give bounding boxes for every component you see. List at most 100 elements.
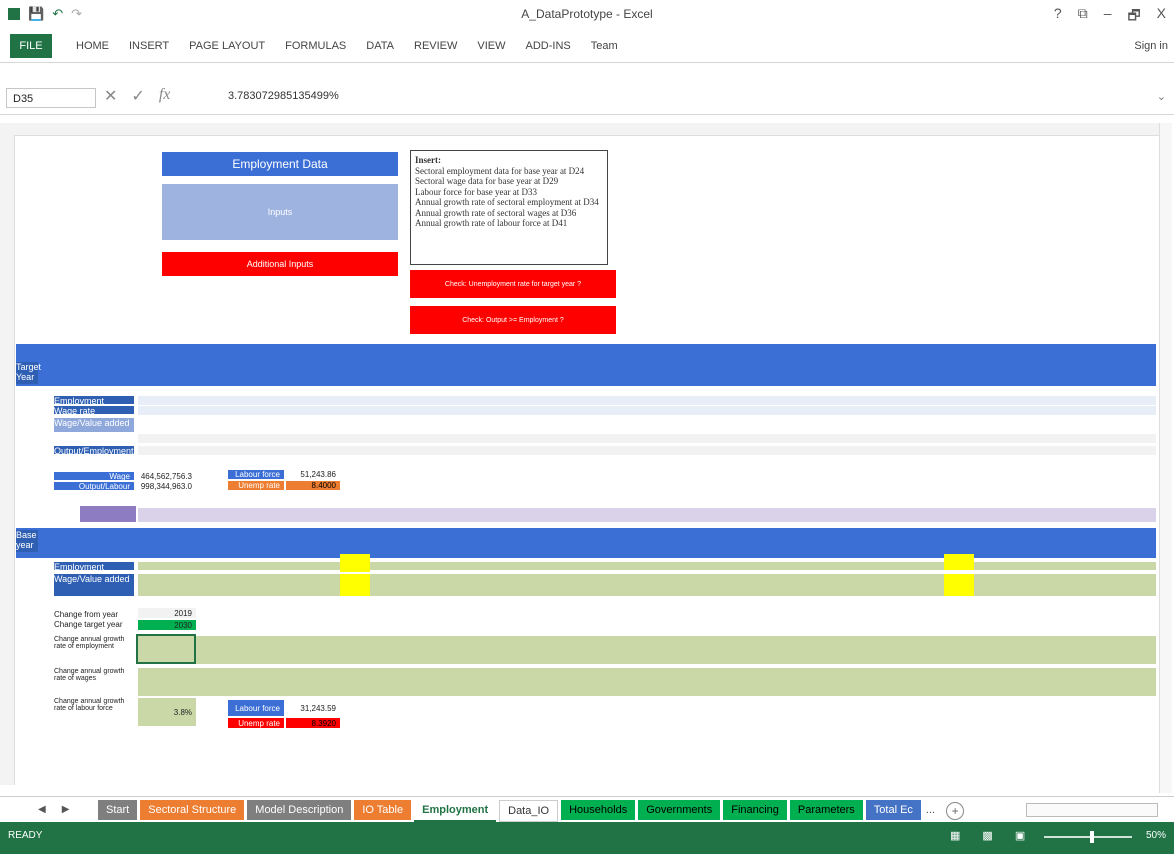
growth-employment-row[interactable] xyxy=(138,636,1156,664)
base-wage-data-row[interactable] xyxy=(138,574,1156,596)
tab-page-layout[interactable]: PAGE LAYOUT xyxy=(189,40,265,52)
insert-line: Annual growth rate of sectoral employmen… xyxy=(415,197,599,207)
sign-in-link[interactable]: Sign in xyxy=(1134,40,1168,52)
enter-icon[interactable]: ✓ xyxy=(131,86,144,106)
sheet-tab-model-description[interactable]: Model Description xyxy=(247,800,352,820)
insert-line: Annual growth rate of sectoral wages at … xyxy=(415,207,577,218)
ribbon-display-icon[interactable]: ⧉ xyxy=(1078,5,1088,29)
insert-line: Sectoral wage data for base year at D29 xyxy=(415,176,559,186)
tab-formulas[interactable]: FORMULAS xyxy=(285,40,346,52)
target-year-header[interactable] xyxy=(16,344,1156,386)
highlight-cell[interactable] xyxy=(340,554,370,572)
column-headers[interactable] xyxy=(0,123,1160,136)
sheet-tab-io-table[interactable]: IO Table xyxy=(354,800,412,820)
zoom-slider-knob[interactable] xyxy=(1090,831,1094,843)
sheet-tab-start[interactable]: Start xyxy=(98,800,138,820)
prev-sheet-icon[interactable]: ◀ xyxy=(38,804,46,815)
insert-title: Insert: xyxy=(415,155,441,165)
employment-data-row[interactable] xyxy=(138,396,1156,405)
cancel-icon[interactable]: ✕ xyxy=(104,86,117,106)
highlight-cell[interactable] xyxy=(340,574,370,596)
growth-wages-label: Change annual growth rate of wages xyxy=(54,668,125,682)
tab-data[interactable]: DATA xyxy=(366,40,394,52)
insert-function-icon[interactable]: fx xyxy=(159,86,171,106)
next-sheet-icon[interactable]: ▶ xyxy=(62,804,70,815)
more-sheets-button[interactable]: ... xyxy=(924,800,937,820)
sheet-tab-total-ec[interactable]: Total Ec xyxy=(865,800,921,820)
tab-insert[interactable]: INSERT xyxy=(129,40,169,52)
expand-formula-icon[interactable]: ⌄ xyxy=(1157,90,1166,103)
status-bar: READY ▦ ▩ ▣ 50% xyxy=(0,822,1174,854)
labour-force-value[interactable]: 51,243.86 xyxy=(286,470,340,479)
sheet-tab-employment[interactable]: Employment xyxy=(414,800,497,822)
wage-rate-data-row[interactable] xyxy=(138,406,1156,415)
sheet-tab-data-io[interactable]: Data_IO xyxy=(499,800,559,822)
sheet-tab-households[interactable]: Households xyxy=(561,800,636,820)
employment-title-box[interactable]: Employment Data xyxy=(162,152,398,176)
vertical-scrollbar[interactable] xyxy=(1159,123,1172,793)
inputs-box[interactable]: Inputs xyxy=(162,184,398,240)
base-year-header[interactable] xyxy=(16,528,1156,558)
highlight-cell[interactable] xyxy=(944,574,974,596)
file-tab[interactable]: FILE xyxy=(10,34,52,58)
tab-add-ins[interactable]: ADD-INS xyxy=(526,40,571,52)
window-controls: ? ⧉ – 🗗 X xyxy=(1054,5,1166,29)
growth-labour-value[interactable]: 3.8% xyxy=(138,698,196,726)
view-buttons: ▦ ▩ ▣ xyxy=(950,829,1025,842)
formula-input[interactable]: 3.783072985135499% xyxy=(228,90,339,102)
output-employment-data-row[interactable] xyxy=(138,446,1156,455)
lower-unemp-rate-value[interactable]: 8.3920 xyxy=(286,718,340,728)
target-year-value[interactable]: 2030 xyxy=(138,620,196,630)
unemp-rate-label: Unemp rate xyxy=(228,481,284,490)
zoom-slider[interactable] xyxy=(1044,836,1132,838)
base-employment-data-row[interactable] xyxy=(138,562,1156,570)
growth-wages-row[interactable] xyxy=(138,668,1156,696)
insert-instructions: Insert: Sectoral employment data for bas… xyxy=(410,150,608,265)
active-cell[interactable] xyxy=(136,634,196,664)
sheet-tab-parameters[interactable]: Parameters xyxy=(789,800,863,820)
help-icon[interactable]: ? xyxy=(1054,5,1062,29)
status-ready: READY xyxy=(8,830,43,841)
highlight-cell[interactable] xyxy=(944,554,974,570)
normal-view-icon[interactable]: ▦ xyxy=(950,829,960,842)
additional-inputs-box[interactable]: Additional Inputs xyxy=(162,252,398,276)
check-output-label: Check: Output >= Employment ? xyxy=(462,316,564,324)
insert-line: Labour force for base year at D33 xyxy=(415,186,537,197)
output-labour-value[interactable]: 998,344,963.0 xyxy=(138,482,196,491)
zoom-level[interactable]: 50% xyxy=(1146,830,1166,841)
wage-rate-row-label: Wage rate xyxy=(54,406,134,416)
tab-team[interactable]: Team xyxy=(591,40,618,52)
tab-view[interactable]: VIEW xyxy=(477,40,505,52)
add-sheet-icon[interactable]: + xyxy=(946,802,965,820)
tab-home[interactable]: HOME xyxy=(76,40,109,52)
change-from-year-label: Change from year xyxy=(54,609,119,619)
row-headers[interactable] xyxy=(0,135,15,785)
close-button[interactable]: X xyxy=(1157,5,1166,29)
growth-labour-label: Change annual growth rate of labour forc… xyxy=(54,698,125,712)
sheet-tab-financing[interactable]: Financing xyxy=(723,800,787,820)
check-unemployment-label: Check: Unemployment rate for target year… xyxy=(444,280,582,288)
page-layout-view-icon[interactable]: ▩ xyxy=(982,829,992,842)
lower-unemp-rate-label: Unemp rate xyxy=(228,718,284,728)
horizontal-scrollbar[interactable] xyxy=(1026,803,1158,817)
minimize-button[interactable]: – xyxy=(1104,5,1112,29)
check-output-box[interactable]: Check: Output >= Employment ? xyxy=(410,306,616,334)
restore-button[interactable]: 🗗 xyxy=(1128,5,1141,29)
from-year-value[interactable]: 2019 xyxy=(138,608,196,618)
tab-review[interactable]: REVIEW xyxy=(414,40,457,52)
wage-value-added-data-row[interactable] xyxy=(138,434,1156,443)
check-unemployment-box[interactable]: Check: Unemployment rate for target year… xyxy=(410,270,616,298)
sheet-tab-sectoral-structure[interactable]: Sectoral Structure xyxy=(140,800,245,820)
lower-labour-force-label: Labour force xyxy=(228,700,284,716)
name-box[interactable]: D35 xyxy=(6,88,96,108)
lower-labour-force-value[interactable]: 31,243.59 xyxy=(286,700,340,716)
output-labour-label: Output/Labour xyxy=(54,482,134,491)
page-break-view-icon[interactable]: ▣ xyxy=(1015,829,1025,842)
sheet-tab-governments[interactable]: Governments xyxy=(638,800,721,820)
base-employment-row-label: Employment xyxy=(54,562,134,572)
sheet-tab-bar: ◀ ▶ Start Sectoral Structure Model Descr… xyxy=(0,796,1174,823)
unemp-rate-value[interactable]: 8.4000 xyxy=(286,481,340,490)
insert-line: Sectoral employment data for base year a… xyxy=(415,165,585,176)
wage-value[interactable]: 464,562,756.3 xyxy=(138,472,196,481)
output-labour-row[interactable] xyxy=(138,508,1156,522)
